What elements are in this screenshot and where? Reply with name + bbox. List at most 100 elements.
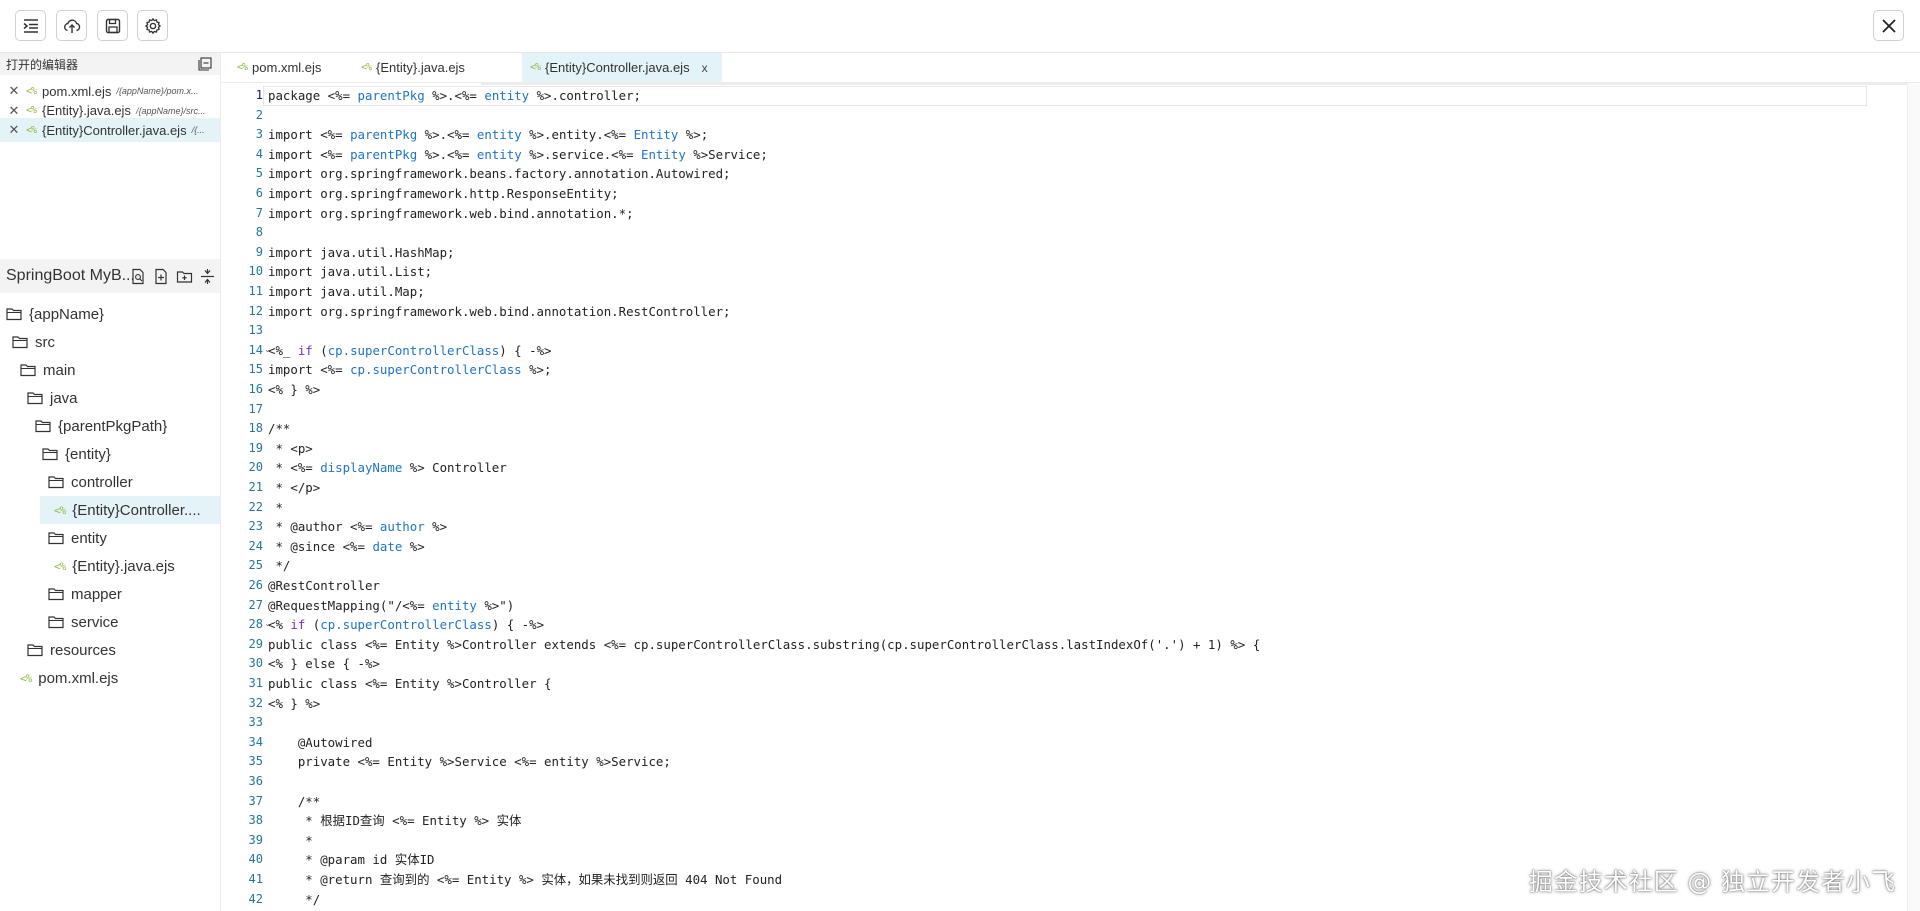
folder-icon (48, 615, 65, 629)
tree-folder[interactable]: {entity} (42, 440, 111, 468)
tree-label: {appName} (29, 305, 105, 323)
upload-button[interactable] (56, 10, 87, 41)
tree-file[interactable]: <% {Entity}.java.ejs (54, 552, 175, 580)
code-token: @Autowired (268, 734, 373, 750)
code-line: import org.springframework.beans.factory… (268, 164, 731, 184)
tree-folder[interactable]: main (20, 356, 76, 384)
code-token: cp.superControllerClass (320, 617, 492, 633)
line-number: 32 (248, 695, 263, 710)
project-title: SpringBoot MyB... (6, 267, 135, 284)
tree-folder[interactable]: src (12, 328, 55, 356)
open-editor-item[interactable]: ✕ <% {Entity}Controller.java.ejs /{... (0, 118, 220, 142)
line-number: 15 (248, 362, 263, 377)
tab-close-icon[interactable]: x (702, 61, 708, 75)
code-token: %> (402, 538, 425, 554)
line-number: 35 (248, 754, 263, 769)
tree-file[interactable]: <% pom.xml.ejs (20, 664, 118, 692)
code-line: */ (268, 890, 320, 910)
code-token: @RequestMapping("/<%= (268, 597, 433, 613)
code-token: <% } %> (268, 382, 321, 397)
code-token: Entity (633, 127, 679, 143)
tree-folder[interactable]: mapper (48, 580, 122, 608)
close-window-button[interactable] (1873, 10, 1904, 41)
code-token: import org.springframework.web.bind.anno… (268, 303, 731, 319)
code-editor[interactable]: 1 2 3 4 5 6 7 8 9 10 11 12 13 14 ⌄ 15 16 17 18 19 20 21 22 23 24… (221, 83, 1920, 911)
code-token: public class <%= Entity %>Controller ext… (268, 636, 1261, 652)
ejs-file-icon: <% (530, 62, 541, 73)
code-line: import java.util.List; (268, 262, 432, 282)
code-token: * <p> (268, 440, 313, 456)
code-token: <% (268, 617, 291, 633)
tree-file[interactable]: <% {Entity}Controller.... (40, 496, 220, 524)
close-editor-icon[interactable]: ✕ (8, 103, 20, 119)
line-number: 41 (248, 872, 263, 886)
tree-folder[interactable]: java (27, 384, 78, 412)
folder-icon (48, 587, 65, 601)
ejs-file-icon: <% (237, 62, 248, 73)
code-line: import <%= cp.superControllerClass %>; (268, 360, 551, 380)
collapse-all-icon[interactable] (198, 57, 212, 71)
search-file-icon[interactable] (130, 268, 147, 285)
tree-folder[interactable]: controller (48, 468, 133, 496)
outline-toggle-button[interactable] (15, 10, 46, 41)
settings-button[interactable] (137, 10, 168, 41)
line-number: 21 (248, 480, 263, 494)
code-token: parentPkg (357, 88, 425, 103)
tree-folder[interactable]: {parentPkgPath} (35, 412, 167, 440)
line-number: 30 (248, 656, 263, 671)
code-line: import java.util.HashMap; (268, 243, 455, 263)
editor-tab[interactable]: <% pom.xml.ejs (229, 53, 353, 82)
line-number: 31 (248, 676, 263, 690)
line-number: 27 (248, 597, 263, 612)
tree-folder[interactable]: {appName} (6, 300, 104, 328)
editor-tab[interactable]: <% {Entity}.java.ejs (353, 53, 513, 82)
line-number: 28 (248, 617, 263, 632)
code-line: import org.springframework.web.bind.anno… (268, 204, 634, 224)
vertical-scrollbar[interactable] (1907, 83, 1920, 911)
code-token: parentPkg (350, 146, 418, 162)
code-token: import org.springframework.web.bind.anno… (268, 205, 634, 221)
tree-label: entity (71, 529, 107, 547)
code-line: @Autowired (268, 733, 373, 753)
code-token: * (268, 499, 283, 515)
code-token: /** (268, 793, 321, 809)
code-token: ) { -%> (499, 342, 552, 358)
line-number: 29 (248, 636, 263, 651)
new-folder-icon[interactable] (176, 268, 193, 285)
code-token: */ (268, 558, 291, 574)
tree-folder[interactable]: entity (48, 524, 107, 552)
code-token: * @since <%= (268, 538, 373, 554)
tree-folder[interactable]: resources (27, 636, 116, 664)
code-line: public class <%= Entity %>Controller { (268, 674, 551, 694)
tree-label: java (50, 389, 78, 407)
ejs-file-icon: <% (361, 62, 372, 73)
sidebar: 打开的编辑器 ✕ <% pom.xml.ejs /{appName}/pom.x...… (0, 53, 221, 911)
tree-folder[interactable]: service (48, 608, 119, 636)
close-editor-icon[interactable]: ✕ (8, 83, 20, 99)
line-number: 13 (248, 323, 263, 338)
open-editor-name: {Entity}Controller.java.ejs (42, 122, 187, 138)
code-line: <% } else { -%> (268, 654, 380, 674)
project-actions (130, 268, 216, 285)
code-line: * @return 查询到的 <%= Entity %> 实体，如果未找到则返回… (268, 870, 782, 890)
code-token: * @return 查询到的 <%= Entity %> 实体，如果未找到则返回… (268, 872, 783, 887)
new-file-icon[interactable] (153, 268, 170, 285)
code-token: %>Service; (685, 146, 768, 162)
code-token: parentPkg (350, 127, 418, 143)
code-token: * (268, 832, 313, 848)
code-token: ( (312, 342, 328, 358)
tab-label: pom.xml.ejs (252, 60, 322, 75)
close-editor-icon[interactable]: ✕ (8, 122, 20, 138)
tree-label: service (71, 613, 119, 631)
line-number: 24 (248, 538, 263, 553)
line-number: 16 (248, 382, 263, 396)
ejs-file-icon: <% (26, 105, 37, 116)
editor-tab[interactable]: <% {Entity}Controller.java.ejs x (522, 53, 722, 82)
collapse-tree-icon[interactable] (199, 268, 216, 285)
code-line: * @since <%= date %> (268, 537, 425, 557)
open-editor-name: pom.xml.ejs (42, 83, 112, 99)
code-line: @RestController (268, 576, 380, 596)
code-token: import <%= (268, 146, 351, 162)
save-button[interactable] (97, 10, 128, 41)
horizontal-scrollbar[interactable] (481, 83, 1920, 85)
